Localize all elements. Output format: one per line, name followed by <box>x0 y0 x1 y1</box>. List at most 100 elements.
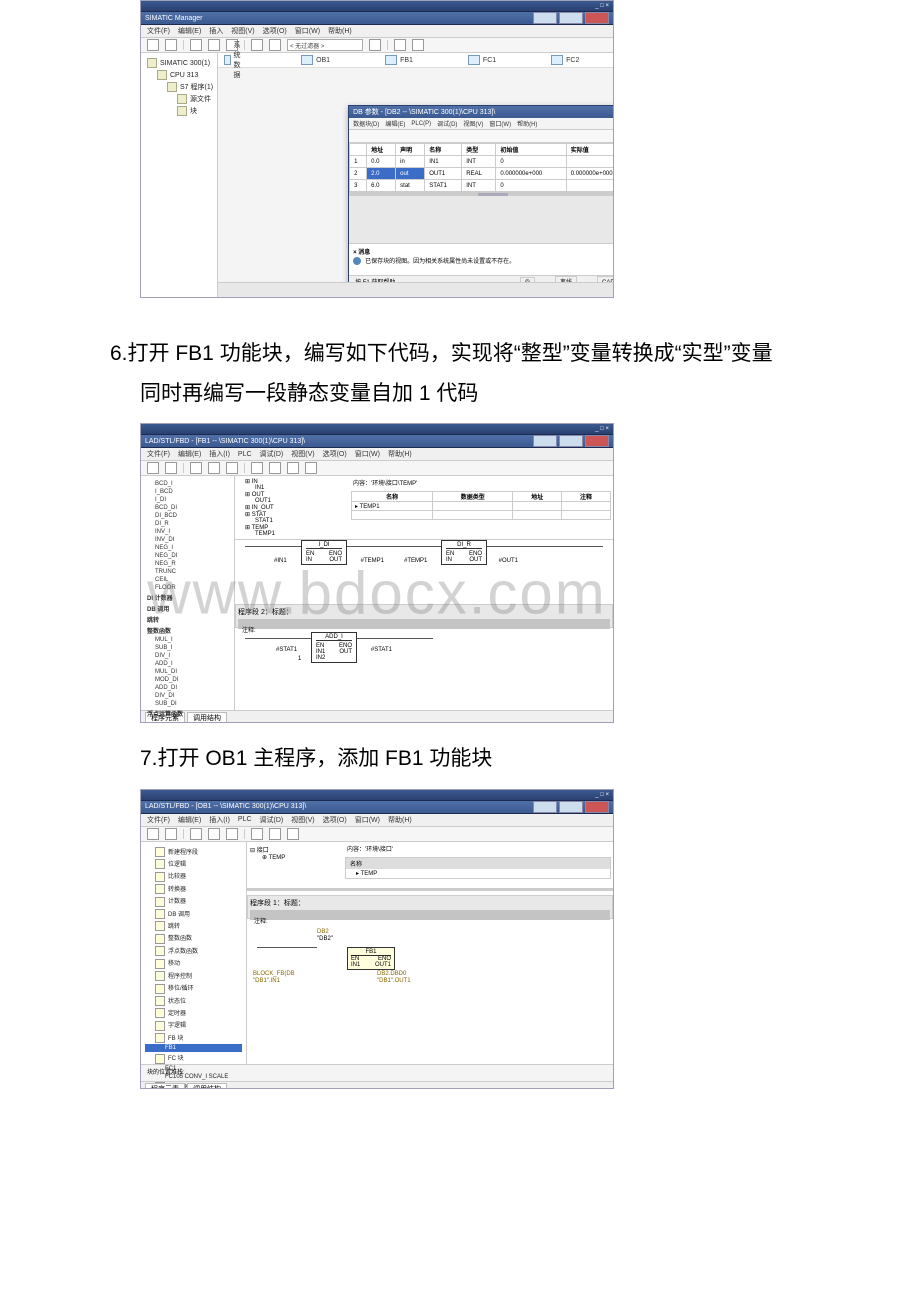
network-1[interactable]: I_DI ENENO INOUT #IN1 #TEMP1 DI_R ENENO … <box>235 540 613 600</box>
tree-group[interactable]: 浮点运算函数 <box>145 708 230 719</box>
iface-temp[interactable]: ⊞ TEMP <box>237 524 347 531</box>
menu-insert[interactable]: 插入(I) <box>209 449 230 459</box>
menu-debug[interactable]: 调试(D) <box>260 815 284 825</box>
menu-options[interactable]: 选项(O) <box>263 26 287 36</box>
iface-out[interactable]: ⊞ OUT <box>237 491 347 498</box>
menu-file[interactable]: 文件(F) <box>147 26 170 36</box>
tree-item[interactable]: DI_R <box>145 520 230 528</box>
tree-item[interactable]: TRUNC <box>145 568 230 576</box>
window-buttons[interactable] <box>533 435 609 447</box>
tree-item[interactable]: ADD_DI <box>145 684 230 692</box>
project-tree-pane[interactable]: SIMATIC 300(1) CPU 313 S7 程序(1) 源文件 块 <box>141 53 218 297</box>
db-param-window[interactable]: DB 参数 - [DB2 -- \SIMATIC 300(1)\CPU 313]… <box>348 105 614 288</box>
tree-blocks[interactable]: 块 <box>145 105 213 117</box>
tree-cpu[interactable]: CPU 313 <box>145 69 213 81</box>
cut-icon[interactable] <box>190 462 202 474</box>
copy-icon[interactable] <box>208 462 220 474</box>
menu-edit[interactable]: 编辑(E) <box>178 449 201 459</box>
menu-window[interactable]: 窗口(W) <box>355 449 380 459</box>
menu-view[interactable]: 视图(V) <box>291 815 314 825</box>
conversion-tree[interactable]: BCD_I I_BCD I_DI BCD_DI DI_BCD DI_R INV_… <box>141 476 234 723</box>
menu-debug[interactable]: 调试(D) <box>437 119 457 128</box>
save-icon[interactable] <box>353 132 362 141</box>
cat-bit-logic[interactable]: 位逻辑 <box>145 858 242 870</box>
menu-file[interactable]: 文件(F) <box>147 815 170 825</box>
block-add-i[interactable]: ADD_I ENENO IN1OUT IN2 #STAT1 1 #STAT1 <box>311 632 357 663</box>
menu-help[interactable]: 帮助(H) <box>328 26 352 36</box>
menubar[interactable]: 文件(F) 编辑(E) 插入(I) PLC 调试(D) 视图(V) 选项(O) … <box>141 814 613 827</box>
code-area[interactable]: ⊟ 接口 ⊕ TEMP 内容：'环境\接口' 名称 ▸ TEMP 程序段 1：标… <box>247 842 613 1064</box>
bottom-tabs[interactable]: 程序元素 调用结构 <box>141 1081 613 1089</box>
filter-combo[interactable]: < 无过滤器 > <box>287 39 363 51</box>
menu-help[interactable]: 帮助(H) <box>388 815 412 825</box>
download-icon[interactable] <box>251 39 263 51</box>
branch-icon[interactable] <box>287 462 299 474</box>
copy-icon[interactable] <box>396 132 405 141</box>
element-tree-pane[interactable]: BCD_I I_BCD I_DI BCD_DI DI_BCD DI_R INV_… <box>141 476 235 710</box>
menubar[interactable]: 文件(F) 编辑(E) 插入 视图(V) 选项(O) 窗口(W) 帮助(H) <box>141 25 613 38</box>
tree-group[interactable]: DB 调用 <box>145 603 230 614</box>
network-1-header[interactable]: 程序段 1：标题： 注释: <box>247 895 613 919</box>
toolbar[interactable]: < 无过滤器 > <box>141 38 613 53</box>
table-row-selected[interactable]: 22.0outOUT1REAL0.000000e+0000.000000e+00… <box>350 168 614 180</box>
block-sysdata[interactable]: 系统数据 <box>224 40 246 80</box>
download-icon[interactable] <box>226 462 238 474</box>
menu-window[interactable]: 窗口(W) <box>355 815 380 825</box>
interface-tree[interactable]: ⊞ IN IN1 ⊞ OUT OUT1 ⊞ IN_OUT ⊞ STAT STAT… <box>235 476 349 539</box>
tree-item[interactable]: INV_I <box>145 528 230 536</box>
menu-help[interactable]: 帮助(H) <box>388 449 412 459</box>
tree-item[interactable]: ADD_I <box>145 660 230 668</box>
menu-insert[interactable]: 插入 <box>209 26 223 36</box>
iface-inout[interactable]: ⊞ IN_OUT <box>237 504 347 511</box>
tree-root[interactable]: SIMATIC 300(1) <box>145 57 213 69</box>
new-icon[interactable] <box>147 828 159 840</box>
block-ob1[interactable]: OB1 <box>301 55 330 65</box>
cat-compare[interactable]: 比较器 <box>145 870 242 882</box>
cat-fb[interactable]: FB 块 <box>145 1032 242 1044</box>
tree-item[interactable]: BCD_I <box>145 480 230 488</box>
print-icon[interactable] <box>366 132 375 141</box>
menu-options[interactable]: 选项(O) <box>323 815 347 825</box>
window-buttons[interactable] <box>533 801 609 813</box>
new-icon[interactable] <box>147 39 159 51</box>
iface-temp1[interactable]: TEMP1 <box>237 531 347 537</box>
menu-plc[interactable]: PLC <box>238 451 252 458</box>
tree-item[interactable]: I_DI <box>145 496 230 504</box>
toolbar[interactable] <box>141 827 613 842</box>
menu-file[interactable]: 文件(F) <box>147 449 170 459</box>
interface-table[interactable]: 名称数据类型地址注释 ▸ TEMP1 <box>351 491 611 520</box>
block-fc2[interactable]: FC2 <box>551 55 579 65</box>
cat-fc[interactable]: FC 块 <box>145 1052 242 1064</box>
iface-stat[interactable]: ⊞ STAT <box>237 511 347 518</box>
menu-view[interactable]: 视图(V) <box>231 26 254 36</box>
tree-item[interactable]: INV_DI <box>145 536 230 544</box>
menu-plc[interactable]: PLC(P) <box>411 121 431 127</box>
tree-item[interactable]: FLOOR <box>145 584 230 592</box>
coil-icon[interactable] <box>269 462 281 474</box>
splitter[interactable] <box>349 193 614 196</box>
window-buttons[interactable] <box>533 12 609 24</box>
code-area[interactable]: ⊞ IN IN1 ⊞ OUT OUT1 ⊞ IN_OUT ⊞ STAT STAT… <box>235 476 613 710</box>
menu-view[interactable]: 视图(V) <box>291 449 314 459</box>
menu-edit[interactable]: 编辑(E) <box>385 119 405 128</box>
save-icon[interactable] <box>165 828 177 840</box>
tree-item[interactable]: CEIL <box>145 576 230 584</box>
block-fb1[interactable]: FB1 <box>385 55 413 65</box>
online-icon[interactable] <box>394 39 406 51</box>
menu-insert[interactable]: 插入(I) <box>209 815 230 825</box>
menu-edit[interactable]: 编辑(E) <box>178 26 201 36</box>
menu-plc[interactable]: PLC <box>238 816 252 823</box>
cat-convert[interactable]: 转换器 <box>145 883 242 895</box>
network-1[interactable]: DB2 "DB2" FB1 ENENO IN1OUT1 BLOCK_FB(DB … <box>247 923 613 1009</box>
tab-callstruct[interactable]: 调用结构 <box>187 1083 227 1089</box>
cat-status[interactable]: 状态位 <box>145 995 242 1007</box>
cat-move[interactable]: 移动 <box>145 957 242 969</box>
tree-item[interactable]: NEG_R <box>145 560 230 568</box>
block-i-di[interactable]: I_DI ENENO INOUT #IN1 #TEMP1 <box>301 540 347 565</box>
new-icon[interactable] <box>147 462 159 474</box>
table-row[interactable]: 36.0statSTAT1INT0 <box>350 180 614 192</box>
tree-item[interactable]: DI_BCD <box>145 512 230 520</box>
contact-icon[interactable] <box>251 462 263 474</box>
iface-root[interactable]: ⊟ 接口 <box>250 845 340 854</box>
cat-fb1-selected[interactable]: FB1 <box>145 1044 242 1052</box>
